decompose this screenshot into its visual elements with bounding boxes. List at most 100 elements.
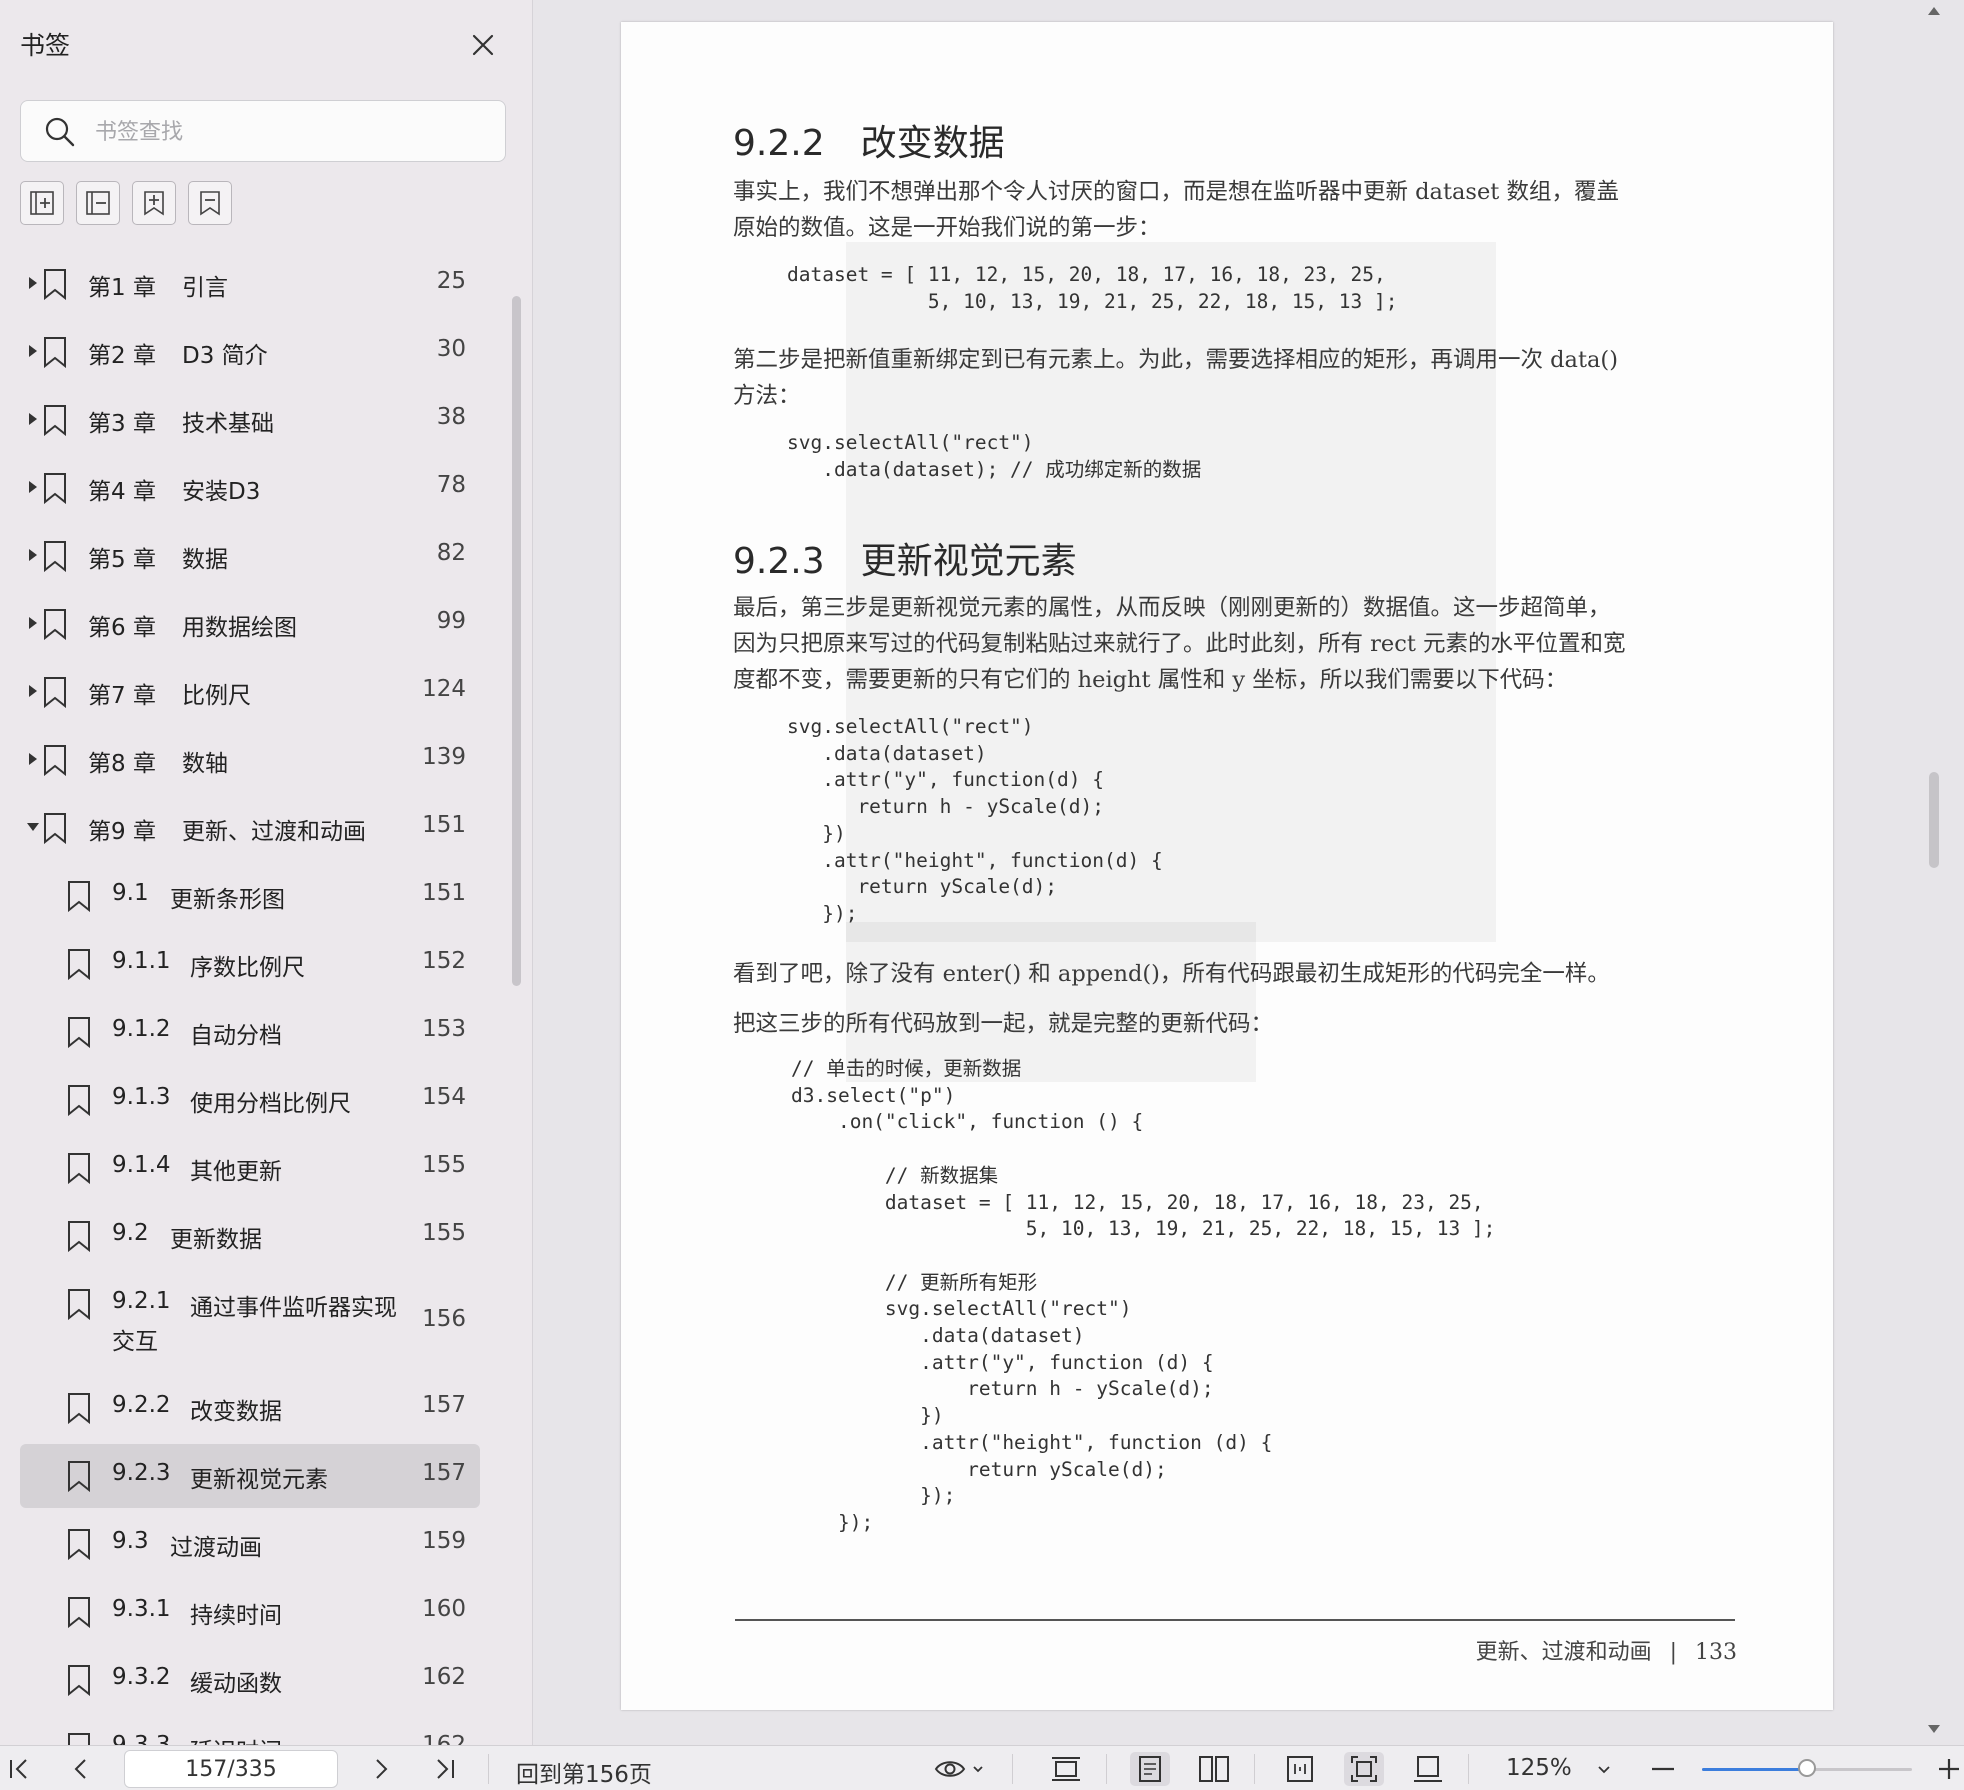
bookmark-page-number: 153	[422, 1016, 466, 1042]
page-footer: 更新、过渡和动画 | 133	[1475, 1640, 1737, 1665]
section-heading-9-2-2: 9.2.2 改变数据	[733, 123, 1005, 164]
sidebar-scrollbar[interactable]	[512, 296, 521, 986]
next-page-button[interactable]	[364, 1752, 398, 1786]
caret-right-icon[interactable]	[26, 480, 40, 494]
bookmark-title: 序数比例尺	[190, 955, 305, 981]
bookmark-item[interactable]: 9.1.3 使用分档比例尺 154	[20, 1068, 480, 1132]
bookmark-item[interactable]: 9.1.2 自动分档 153	[20, 1000, 480, 1064]
zoom-level[interactable]: 125%	[1506, 1755, 1572, 1781]
bookmark-item[interactable]: 第1 章引言 25	[20, 252, 480, 316]
fit-width-button[interactable]	[1046, 1752, 1086, 1786]
caret-down-icon[interactable]	[26, 820, 40, 834]
add-bookmark-button[interactable]	[132, 181, 176, 225]
bookmark-item[interactable]: 9.2 更新数据 155	[20, 1204, 480, 1268]
bookmark-number: 第8 章	[88, 751, 156, 777]
bookmark-page-number: 25	[436, 268, 466, 294]
bookmark-item[interactable]: 第9 章更新、过渡和动画 151	[20, 796, 480, 860]
fit-page-button[interactable]	[1280, 1752, 1320, 1786]
paragraph: 事实上，我们不想弹出那个令人讨厌的窗口，而是想在监听器中更新 dataset 数…	[733, 179, 1619, 241]
single-page-button[interactable]	[1130, 1752, 1170, 1786]
bottom-toolbar: 回到第156页	[0, 1745, 1964, 1790]
bookmark-item[interactable]: 9.3.2 缓动函数 162	[20, 1648, 480, 1712]
bookmark-item[interactable]: 9.2.1 通过事件监听器实现 交互 156	[20, 1272, 480, 1372]
bookmark-icon	[68, 1665, 90, 1696]
bookmark-item[interactable]: 第8 章数轴 139	[20, 728, 480, 792]
bookmark-number: 9.3.3	[112, 1732, 171, 1745]
caret-right-icon[interactable]	[26, 344, 40, 358]
page-number-input[interactable]	[124, 1750, 338, 1788]
bookmark-icon	[44, 813, 66, 844]
bookmark-item[interactable]: 9.2.3 更新视觉元素 157	[20, 1444, 480, 1508]
bookmark-page-number: 30	[436, 336, 466, 362]
bookmark-item[interactable]: 第5 章数据 82	[20, 524, 480, 588]
bookmark-icon	[44, 541, 66, 572]
bookmark-number: 第2 章	[88, 343, 156, 369]
caret-right-icon[interactable]	[26, 276, 40, 290]
zoom-dropdown[interactable]	[1590, 1752, 1618, 1786]
zoom-out-button[interactable]	[1646, 1752, 1680, 1786]
bookmark-title: 安装D3	[182, 479, 261, 505]
two-page-button[interactable]	[1194, 1752, 1234, 1786]
add-bookmark-icon	[144, 191, 164, 216]
bookmark-icon	[44, 473, 66, 504]
page-layout-icon	[1414, 1756, 1442, 1782]
bookmark-number: 第5 章	[88, 547, 156, 573]
bookmark-item[interactable]: 9.1.1 序数比例尺 152	[20, 932, 480, 996]
bookmark-search-field[interactable]	[20, 100, 506, 162]
remove-bookmark-button[interactable]	[188, 181, 232, 225]
scroll-up-arrow-icon[interactable]	[1924, 2, 1944, 20]
caret-right-icon[interactable]	[26, 412, 40, 426]
bookmark-number: 第6 章	[88, 615, 156, 641]
view-mode-dropdown[interactable]	[932, 1752, 992, 1786]
close-icon[interactable]	[466, 28, 500, 62]
zoom-slider-knob[interactable]	[1798, 1759, 1816, 1777]
actual-size-button[interactable]	[1344, 1752, 1384, 1786]
bookmark-title-continued: 交互	[112, 1329, 158, 1355]
bookmark-page-number: 82	[436, 540, 466, 566]
caret-right-icon[interactable]	[26, 616, 40, 630]
bookmark-item[interactable]: 9.1 更新条形图 151	[20, 864, 480, 928]
zoom-in-button[interactable]	[1934, 1752, 1964, 1786]
bookmark-item[interactable]: 9.3.3 延迟时间 162	[20, 1716, 480, 1745]
previous-page-button[interactable]	[64, 1752, 98, 1786]
first-page-button[interactable]	[2, 1752, 36, 1786]
toolbar-divider	[1468, 1754, 1469, 1784]
bookmark-item[interactable]: 第7 章比例尺 124	[20, 660, 480, 724]
bookmark-item[interactable]: 第2 章 D3 简介 30	[20, 320, 480, 384]
expand-all-button[interactable]	[20, 181, 64, 225]
bookmark-search-input[interactable]	[93, 111, 497, 153]
bookmark-page-number: 155	[422, 1152, 466, 1178]
bookmark-item[interactable]: 9.3 过渡动画 159	[20, 1512, 480, 1576]
bookmark-title: 缓动函数	[190, 1671, 282, 1697]
page-layout-button[interactable]	[1408, 1752, 1448, 1786]
bookmark-title: 更新数据	[170, 1227, 262, 1253]
bookmark-item[interactable]: 第3 章技术基础 38	[20, 388, 480, 452]
remove-bookmark-icon	[200, 191, 220, 216]
caret-right-icon[interactable]	[26, 548, 40, 562]
bookmark-number: 9.1	[112, 880, 149, 906]
document-scrollbar-thumb[interactable]	[1929, 772, 1939, 868]
bookmark-item[interactable]: 9.2.2 改变数据 157	[20, 1376, 480, 1440]
bookmark-title: 数轴	[182, 751, 228, 777]
scroll-down-arrow-icon[interactable]	[1924, 1720, 1944, 1738]
chevron-right-icon	[376, 1759, 388, 1779]
code-block: svg.selectAll("rect") .data(dataset) .at…	[787, 715, 1163, 925]
bookmark-item[interactable]: 第6 章用数据绘图 99	[20, 592, 480, 656]
bookmark-item[interactable]: 9.3.1 持续时间 160	[20, 1580, 480, 1644]
bookmark-item[interactable]: 9.1.4 其他更新 155	[20, 1136, 480, 1200]
bookmark-title: 技术基础	[182, 411, 274, 437]
document-viewport: 9.2.2 改变数据 事实上，我们不想弹出那个令人讨厌的窗口，而是想在监听器中更新…	[533, 0, 1964, 1745]
bookmark-icon	[68, 949, 90, 980]
bookmark-page-number: 151	[422, 880, 466, 906]
bookmark-item[interactable]: 第4 章安装D3 78	[20, 456, 480, 520]
caret-right-icon[interactable]	[26, 684, 40, 698]
actual-size-icon	[1351, 1756, 1377, 1782]
bookmark-number: 9.1.2	[112, 1016, 171, 1042]
caret-right-icon[interactable]	[26, 752, 40, 766]
back-to-page-link[interactable]: 回到第156页	[516, 1755, 652, 1789]
pdf-page: 9.2.2 改变数据 事实上，我们不想弹出那个令人讨厌的窗口，而是想在监听器中更新…	[621, 22, 1833, 1710]
toolbar-divider	[1254, 1754, 1255, 1784]
collapse-all-button[interactable]	[76, 181, 120, 225]
last-page-button[interactable]	[428, 1752, 462, 1786]
plus-icon	[1939, 1759, 1959, 1779]
